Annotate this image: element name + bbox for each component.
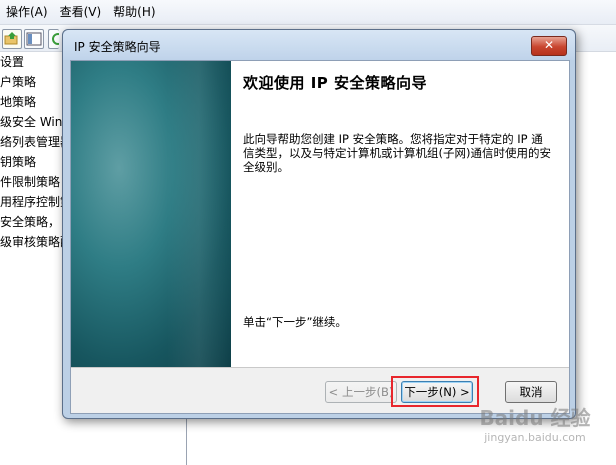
show-hide-tree-icon[interactable]	[24, 29, 44, 49]
dialog-titlebar[interactable]: IP 安全策略向导 ✕	[63, 30, 575, 60]
menu-action[interactable]: 操作(A)	[0, 0, 54, 24]
banner-highlight	[71, 61, 231, 367]
menu-help[interactable]: 帮助(H)	[107, 0, 161, 24]
watermark-site: jingyan.baidu.com	[484, 431, 586, 444]
back-button[interactable]: < 上一步(B)	[325, 381, 397, 403]
dialog-client-area: 欢迎使用 IP 安全策略向导 此向导帮助您创建 IP 安全策略。您将指定对于特定…	[70, 60, 570, 414]
wizard-banner-image	[71, 61, 231, 367]
close-button[interactable]: ✕	[531, 36, 567, 56]
continue-instruction: 单击“下一步”继续。	[243, 315, 347, 329]
refresh-icon[interactable]	[48, 29, 64, 49]
next-button[interactable]: 下一步(N) >	[401, 381, 473, 403]
wizard-heading: 欢迎使用 IP 安全策略向导	[243, 74, 428, 92]
dialog-title: IP 安全策略向导	[74, 40, 161, 54]
ip-security-policy-wizard-dialog: IP 安全策略向导 ✕ 欢迎使用 IP 安全策略向导 此向导帮助您创建 IP 安…	[62, 29, 576, 419]
wizard-content: 欢迎使用 IP 安全策略向导 此向导帮助您创建 IP 安全策略。您将指定对于特定…	[231, 61, 569, 367]
menu-view[interactable]: 查看(V)	[54, 0, 108, 24]
cancel-button[interactable]: 取消	[505, 381, 557, 403]
folder-up-icon[interactable]	[2, 29, 22, 49]
menu-bar: 操作(A) 查看(V) 帮助(H)	[0, 0, 616, 25]
button-separator	[71, 367, 569, 368]
wizard-description: 此向导帮助您创建 IP 安全策略。您将指定对于特定的 IP 通信类型，以及与特定…	[243, 132, 551, 174]
